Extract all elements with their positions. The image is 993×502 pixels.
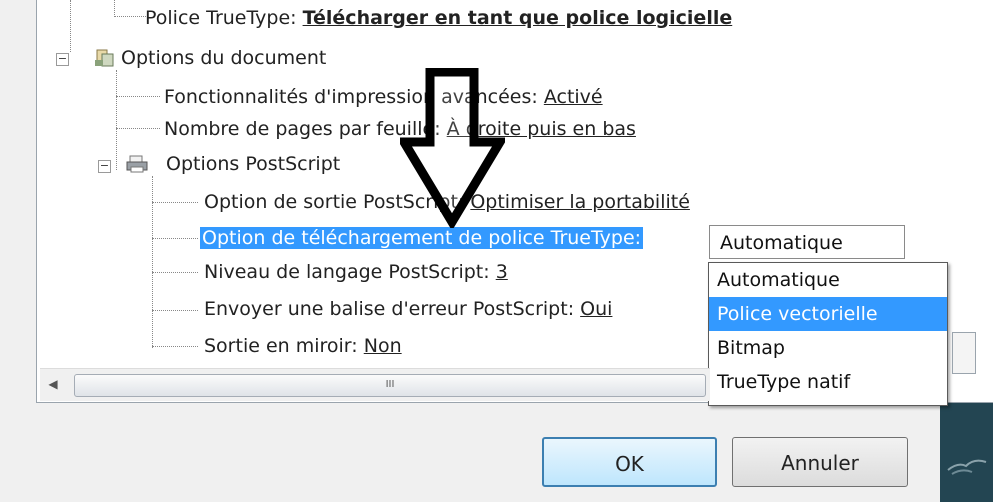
dropdown-option-bitmap[interactable]: Bitmap (709, 331, 947, 365)
scrollbar-grip-icon: III (385, 379, 395, 390)
tree-line (152, 238, 198, 239)
tree-line (70, 0, 71, 52)
cancel-button[interactable]: Annuler (732, 437, 908, 487)
print-options-dialog: Police TrueType: Télécharger en tant que… (0, 0, 993, 502)
tree-line (114, 0, 115, 17)
horizontal-scrollbar[interactable]: ◀ III (40, 368, 710, 401)
scrollbar-thumb[interactable]: III (74, 374, 706, 397)
dropdown-option-police-vectorielle[interactable]: Police vectorielle (709, 297, 947, 331)
tree-line (116, 70, 117, 170)
side-panel-button[interactable] (952, 332, 976, 374)
tree-item-label: Options du document (121, 47, 327, 69)
error-handler-value-link[interactable]: Oui (580, 298, 612, 320)
mirror-output-value-link[interactable]: Non (364, 335, 402, 357)
tree-item-truetype-font[interactable]: Police TrueType: Télécharger en tant que… (145, 3, 732, 33)
tree-line (152, 346, 198, 347)
tree-item-label: Sortie en miroir: (204, 335, 364, 357)
document-options-icon (95, 49, 114, 67)
tree-line (152, 310, 198, 311)
tree-item-label-selected: Option de téléchargement de police TrueT… (200, 227, 644, 249)
tree-item-postscript-error-handler[interactable]: Envoyer une balise d'erreur PostScript: … (204, 294, 612, 324)
tree-line (114, 16, 146, 17)
tree-line (152, 272, 198, 273)
collapse-toggle-document-options[interactable]: − (56, 53, 69, 66)
down-arrow-annotation-icon (400, 68, 505, 228)
dropdown-option-truetype-natif[interactable]: TrueType natif (709, 365, 947, 399)
tree-line (116, 96, 160, 97)
tree-item-document-options[interactable]: Options du document (121, 43, 326, 73)
tree-item-mirror-output[interactable]: Sortie en miroir: Non (204, 331, 402, 361)
language-level-value-link[interactable]: 3 (496, 261, 508, 283)
printer-icon (126, 155, 148, 173)
tree-item-postscript-language-level[interactable]: Niveau de langage PostScript: 3 (204, 257, 508, 287)
ok-button[interactable]: OK (542, 437, 717, 487)
dropdown-option-automatique[interactable]: Automatique (709, 263, 947, 297)
tree-item-label: Niveau de langage PostScript: (204, 261, 496, 283)
tree-item-advanced-print-features[interactable]: Fonctionnalités d'impression avancées: A… (164, 82, 603, 112)
tree-item-label: Police TrueType: (145, 7, 303, 29)
tree-item-postscript-options[interactable]: Options PostScript (166, 149, 340, 179)
tree-item-label: Envoyer une balise d'erreur PostScript: (204, 298, 581, 320)
scroll-left-arrow-icon[interactable]: ◀ (44, 375, 62, 393)
collapse-toggle-postscript-options[interactable]: − (98, 160, 111, 173)
tree-line (152, 202, 198, 203)
desktop-plant-image (947, 459, 987, 475)
advanced-print-features-value-link[interactable]: Activé (544, 86, 603, 108)
tree-line (116, 128, 160, 129)
truetype-download-dropdown-list[interactable]: Automatique Police vectorielle Bitmap Tr… (708, 262, 948, 406)
tree-item-label: Options PostScript (166, 153, 341, 175)
truetype-download-combobox[interactable]: Automatique (709, 225, 905, 259)
truetype-font-value-link[interactable]: Télécharger en tant que police logiciell… (303, 7, 733, 29)
